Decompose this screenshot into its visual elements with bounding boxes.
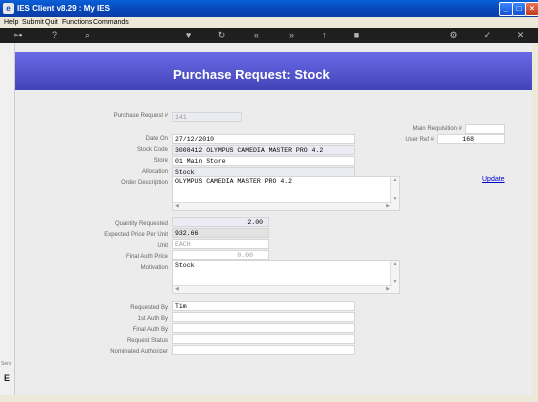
cancel-icon[interactable]: ✕: [514, 29, 527, 42]
maximize-button[interactable]: □: [512, 2, 526, 16]
nominated-authorizer-field[interactable]: [172, 345, 355, 355]
stock-code-field[interactable]: 3008412 OLYMPUS CAMEDIA MASTER PRO 4.2: [172, 145, 355, 155]
strip-label: Serv: [1, 361, 12, 367]
final-auth-by-field[interactable]: [172, 323, 355, 333]
motivation-text: Stock: [175, 262, 195, 269]
requested-by-field[interactable]: Tim: [172, 301, 355, 311]
label-store: Store: [153, 158, 168, 164]
menu-commands[interactable]: Commands: [93, 17, 129, 28]
label-requested-by: Requested By: [130, 305, 168, 311]
user-ref-no-field[interactable]: 168: [437, 134, 505, 144]
refresh-icon[interactable]: ↻: [215, 29, 228, 42]
order-description-text: OLYMPUS CAMEDIA MASTER PRO 4.2: [175, 178, 293, 185]
ies-logo: E: [4, 373, 11, 383]
search-icon[interactable]: ⌕: [81, 29, 94, 42]
page-title: Purchase Request: Stock: [173, 67, 330, 82]
scroll-up-icon[interactable]: ▲: [391, 177, 399, 184]
label-quantity-requested: Quantity Requested: [114, 221, 168, 227]
scroll-right-icon[interactable]: ▶: [386, 203, 390, 210]
stop-icon[interactable]: ■: [350, 29, 363, 42]
scroll-down-icon[interactable]: ▼: [391, 279, 399, 286]
menu-quit[interactable]: Quit: [45, 17, 58, 28]
purchase-request-no-field[interactable]: 141: [172, 112, 242, 122]
scroll-right-icon[interactable]: ▶: [386, 286, 390, 293]
scroll-left-icon[interactable]: ◀: [175, 286, 179, 293]
order-description-hscroll[interactable]: ◀ ▶: [173, 202, 392, 210]
order-description-textarea[interactable]: OLYMPUS CAMEDIA MASTER PRO 4.2 ▲ ▼ ◀ ▶: [172, 176, 400, 211]
request-status-field[interactable]: [172, 334, 355, 344]
update-link[interactable]: Update: [482, 176, 505, 183]
menu-functions[interactable]: Functions: [62, 17, 92, 28]
label-order-description: Order Description: [120, 180, 168, 186]
label-motivation: Motivation: [140, 265, 168, 271]
back-icon[interactable]: «: [250, 29, 263, 42]
help-icon[interactable]: ?: [48, 29, 61, 42]
page-banner: Purchase Request: Stock: [15, 52, 532, 90]
label-stock-code: Stock Code: [136, 147, 168, 153]
label-nominated-authorizer: Nominated Authorizer: [110, 349, 168, 355]
label-first-auth-by: 1st Auth By: [137, 316, 168, 322]
upload-icon[interactable]: ↑: [318, 29, 331, 42]
window-title: IES Client v8.29 : My IES: [17, 4, 110, 13]
main-requisition-no-field[interactable]: [465, 124, 505, 134]
forward-icon[interactable]: »: [285, 29, 298, 42]
scroll-down-icon[interactable]: ▼: [391, 196, 399, 203]
motivation-hscroll[interactable]: ◀ ▶: [173, 285, 392, 293]
label-final-auth-by: Final Auth By: [132, 327, 168, 333]
app-icon: e: [3, 3, 14, 14]
expected-price-field[interactable]: 932.66: [172, 228, 269, 238]
scroll-up-icon[interactable]: ▲: [391, 261, 399, 268]
label-date-on: Date On: [145, 136, 168, 142]
close-button[interactable]: ×: [525, 2, 538, 16]
title-bar: e IES Client v8.29 : My IES _ □ ×: [0, 0, 538, 17]
menu-help[interactable]: Help: [4, 17, 18, 28]
scroll-left-icon[interactable]: ◀: [175, 203, 179, 210]
key-icon[interactable]: ⊶: [8, 29, 28, 42]
minimize-button[interactable]: _: [499, 2, 513, 16]
motivation-textarea[interactable]: Stock ▲ ▼ ◀ ▶: [172, 260, 400, 294]
quantity-requested-field[interactable]: 2.00: [172, 217, 269, 227]
label-unit: Unit: [157, 243, 168, 249]
settings-icon[interactable]: ⚙: [447, 29, 460, 42]
label-purchase-request-no: Purchase Request #: [113, 113, 168, 119]
label-request-status: Request Status: [126, 338, 168, 344]
label-allocation: Allocation: [141, 169, 168, 175]
menu-bar: Help Submit Quit Functions Commands: [0, 17, 538, 28]
confirm-icon[interactable]: ✓: [481, 29, 494, 42]
final-auth-price-field[interactable]: 0.00: [172, 250, 269, 260]
first-auth-by-field[interactable]: [172, 312, 355, 322]
label-final-auth-price: Final Auth Price: [125, 254, 168, 260]
label-main-requisition-no: Main Requisition #: [412, 126, 462, 132]
toolbar: ⊶ ? ⌕ ♥ ↻ « » ↑ ■ ⚙ ✓ ✕: [0, 28, 538, 43]
menu-submit[interactable]: Submit: [22, 17, 44, 28]
label-expected-price: Expected Price Per Unit: [104, 232, 168, 238]
favorite-icon[interactable]: ♥: [182, 29, 195, 42]
unit-field[interactable]: EACH: [172, 239, 269, 249]
left-side-strip: Serv E: [0, 43, 15, 395]
store-field[interactable]: 01 Main Store: [172, 156, 355, 166]
date-on-field[interactable]: 27/12/2010: [172, 134, 355, 144]
